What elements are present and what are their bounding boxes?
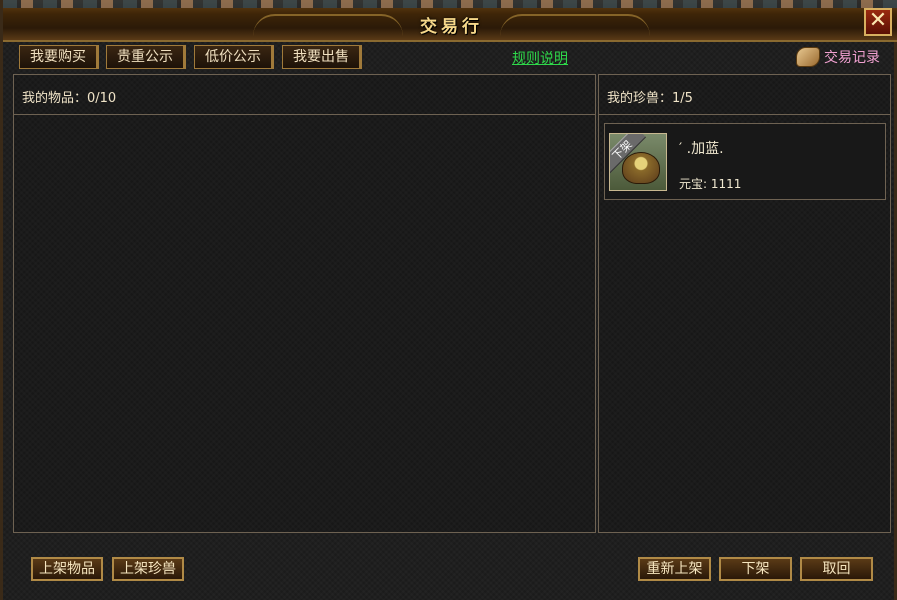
retrieve-button[interactable]: 取回	[800, 557, 873, 581]
delist-button[interactable]: 下架	[719, 557, 792, 581]
pet-name: ′ .加蓝.	[679, 141, 724, 157]
list-item-button[interactable]: 上架物品	[31, 557, 103, 581]
list-pet-button[interactable]: 上架珍兽	[112, 557, 184, 581]
relist-button[interactable]: 重新上架	[638, 557, 711, 581]
my-items-header: 我的物品：0/10	[14, 75, 595, 115]
my-pets-header: 我的珍兽：1/5	[599, 75, 890, 115]
pet-icon-slot[interactable]: 下架	[609, 133, 667, 191]
my-pets-panel: 我的珍兽：1/5 下架 ′ .加蓝. 元宝: 1111	[598, 74, 891, 533]
trade-record-button[interactable]: 交易记录	[796, 45, 880, 69]
tab-sell[interactable]: 我要出售	[282, 45, 362, 69]
tab-buy[interactable]: 我要购买	[19, 45, 99, 69]
trade-record-label: 交易记录	[824, 50, 880, 66]
window-title: 交易行	[420, 17, 483, 37]
title-bar: 交易行 ✕	[3, 0, 897, 42]
my-items-panel: 我的物品：0/10	[13, 74, 596, 533]
rules-link[interactable]: 规则说明	[512, 48, 568, 68]
close-button[interactable]: ✕	[864, 8, 892, 36]
close-icon: ✕	[868, 8, 888, 33]
tab-lowprice-notice[interactable]: 低价公示	[194, 45, 274, 69]
pet-price: 元宝: 1111	[679, 177, 742, 191]
tab-valuable-notice[interactable]: 贵重公示	[106, 45, 186, 69]
trading-house-window: 交易行 ✕ 我要购买 贵重公示 低价公示 我要出售 规则说明 交易记录 我的物品…	[0, 0, 897, 600]
pet-listing-card[interactable]: 下架 ′ .加蓝. 元宝: 1111	[604, 123, 886, 200]
scroll-icon	[796, 47, 820, 67]
